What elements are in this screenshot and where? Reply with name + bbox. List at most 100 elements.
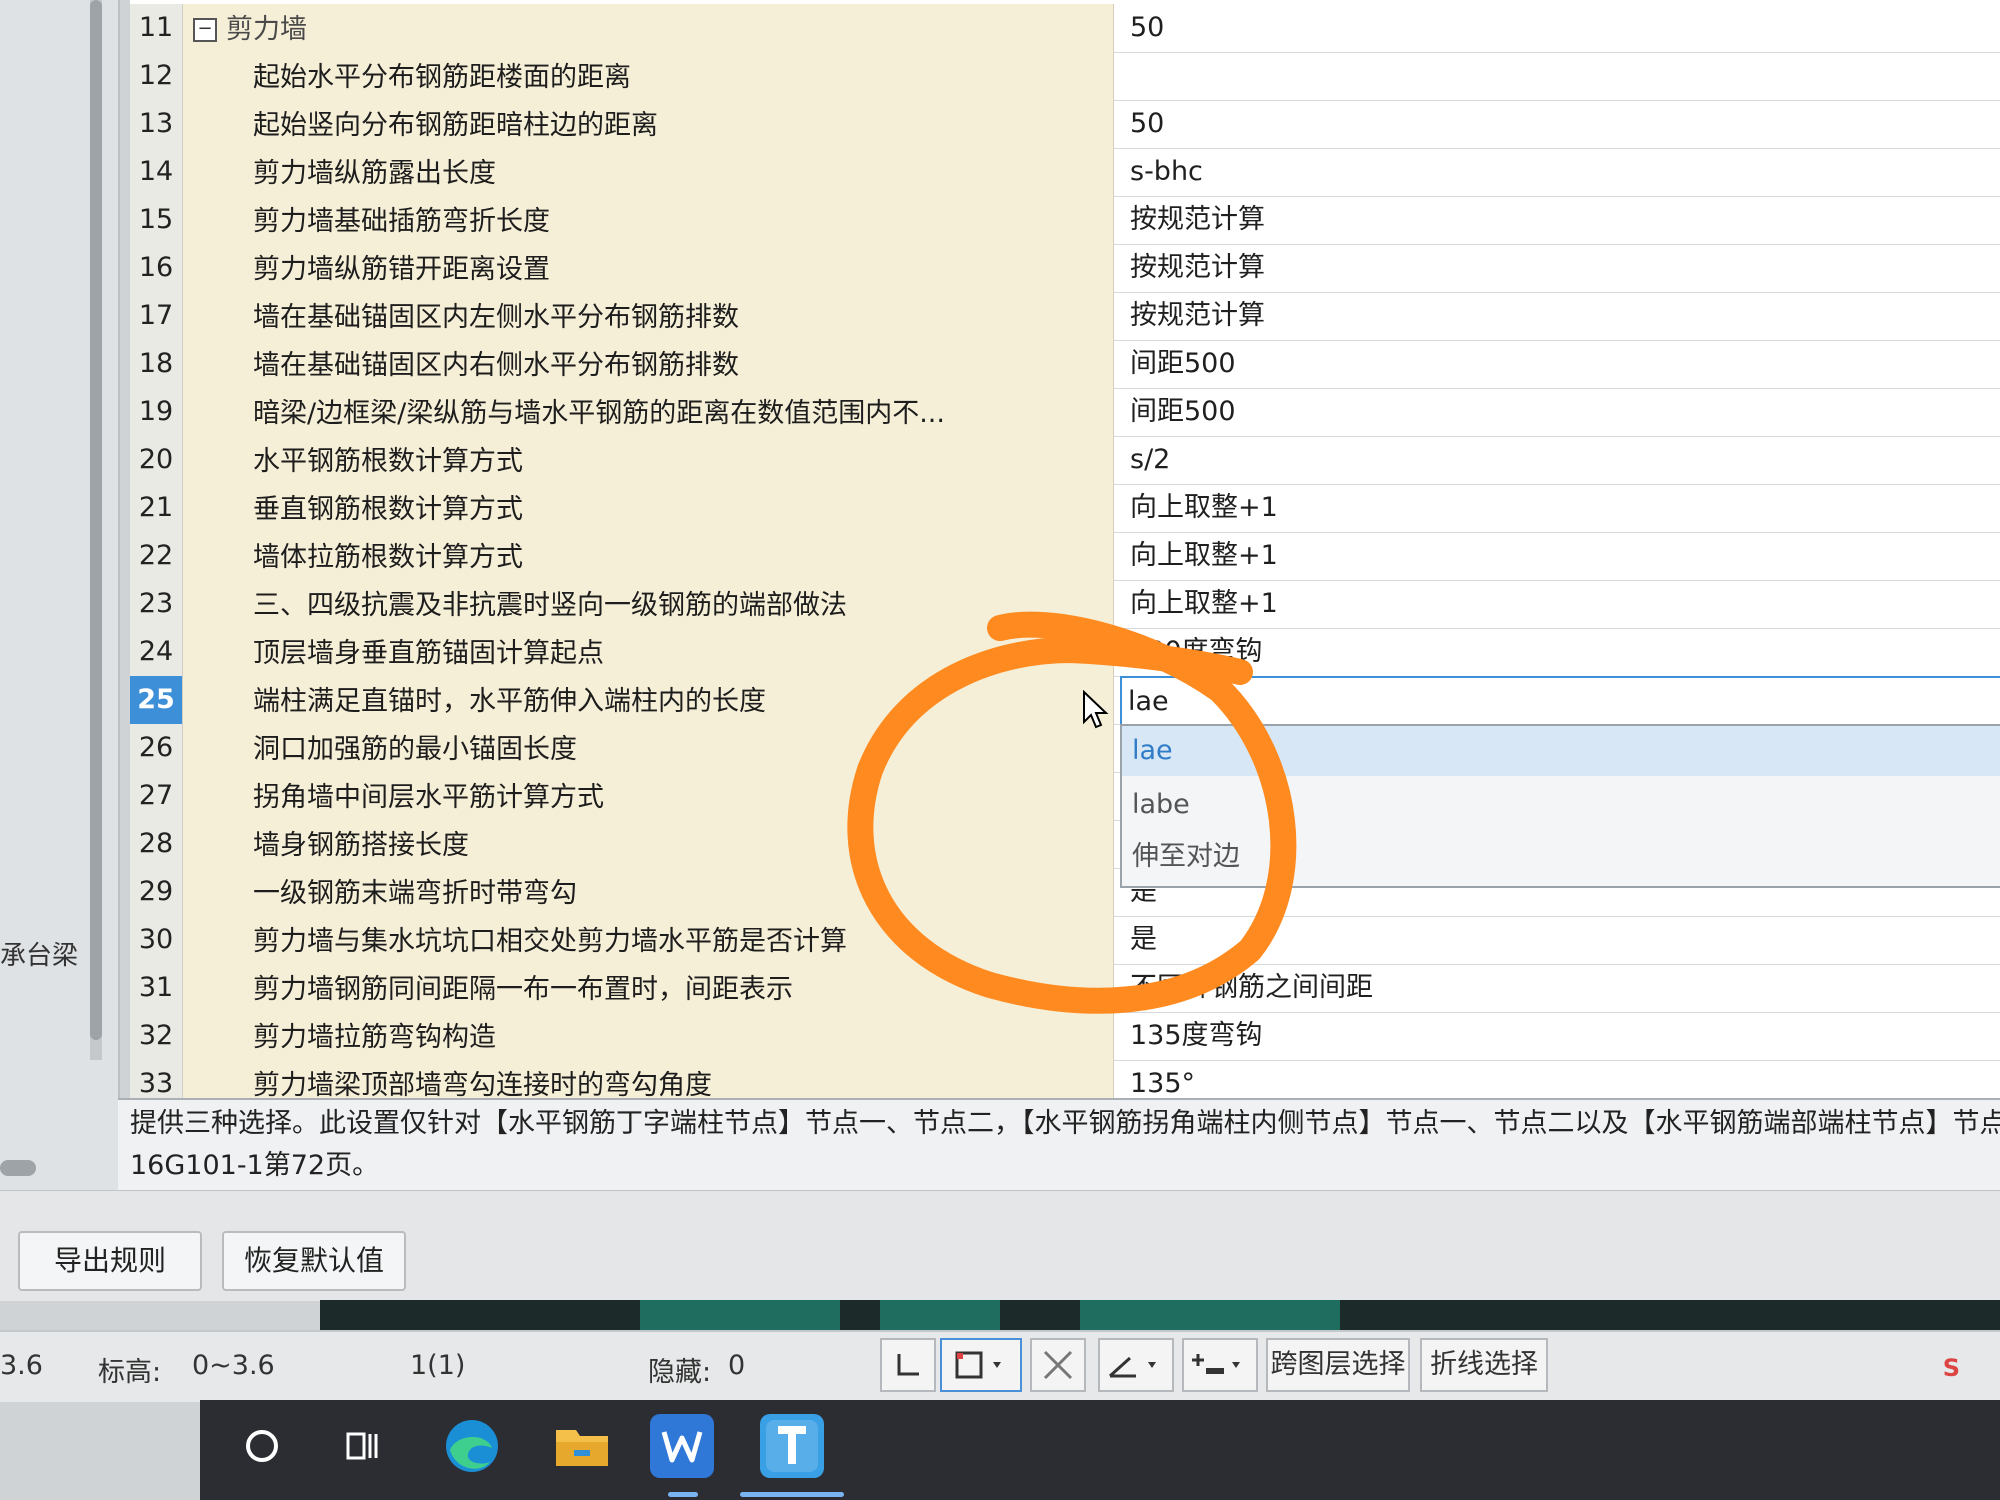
- table-row[interactable]: 17 墙在基础锚固区内左侧水平分布钢筋排数 按规范计算: [130, 292, 2000, 341]
- row-number: 22: [130, 532, 183, 580]
- table-row[interactable]: 33 剪力墙梁顶部墙弯勾连接时的弯勾角度 135°: [130, 1060, 2000, 1098]
- status-bar: 3.6 标高: 0~3.6 1(1) 隐藏: 0 跨图层选择 折线选择 S: [0, 1330, 2000, 1402]
- row-setting-name: 剪力墙纵筋露出长度: [183, 148, 1114, 196]
- mouse-cursor-icon: [1083, 690, 1109, 729]
- row-setting-label: 墙在基础锚固区内右侧水平分布钢筋排数: [253, 350, 739, 381]
- row-setting-name: 一级钢筋末端弯折时带弯勾: [183, 868, 1114, 916]
- table-row[interactable]: 14 剪力墙纵筋露出长度 s-bhc: [130, 148, 2000, 197]
- row-setting-name: 剪力墙基础插筋弯折长度: [183, 196, 1114, 244]
- row-value[interactable]: 按规范计算: [1130, 292, 1265, 340]
- row-value-editor[interactable]: lae: [1120, 676, 2000, 726]
- table-row[interactable]: 19 暗梁/边框梁/梁纵筋与墙水平钢筋的距离在数值范围内不... 间距500: [130, 388, 2000, 437]
- row-value[interactable]: 向上取整+1: [1130, 580, 1278, 628]
- export-rules-button[interactable]: 导出规则: [18, 1231, 202, 1291]
- row-value[interactable]: 50: [1130, 4, 1164, 52]
- search-circle-icon[interactable]: [230, 1414, 294, 1478]
- table-row[interactable]: 32 剪力墙拉筋弯钩构造 135度弯钩: [130, 1012, 2000, 1061]
- table-row-selected[interactable]: 25 端柱满足直锚时，水平筋伸入端柱内的长度 lae: [130, 676, 2000, 726]
- tree-item-label[interactable]: 承台梁: [0, 935, 78, 972]
- table-row[interactable]: 24 顶层墙身垂直筋锚固计算起点 180度弯钩: [130, 628, 2000, 677]
- table-row[interactable]: 23 三、四级抗震及非抗震时竖向一级钢筋的端部做法 向上取整+1: [130, 580, 2000, 629]
- row-number: 13: [130, 100, 183, 148]
- row-number: 29: [130, 868, 183, 916]
- app-t-icon[interactable]: [760, 1414, 824, 1478]
- table-row[interactable]: 13 起始竖向分布钢筋距暗柱边的距离 50: [130, 100, 2000, 149]
- row-value[interactable]: 135°: [1130, 1060, 1195, 1098]
- elevation-label: 标高:: [98, 1357, 162, 1388]
- file-explorer-icon[interactable]: [550, 1414, 614, 1478]
- table-row[interactable]: 18 墙在基础锚固区内右侧水平分布钢筋排数 间距500: [130, 340, 2000, 389]
- row-value[interactable]: 135度弯钩: [1130, 1012, 1263, 1060]
- left-panel-scrollbar-thumb[interactable]: [90, 0, 102, 1040]
- collapse-minus-icon[interactable]: −: [193, 18, 217, 42]
- dropdown-option-extend-to-opposite[interactable]: 伸至对边: [1122, 832, 2000, 882]
- settings-grid: 11− 剪力墙 50 12 起始水平分布钢筋距楼面的距离 13 起始竖向分布钢筋距暗柱边的距…: [130, 0, 2000, 1098]
- row-setting-label: 端柱满足直锚时，水平筋伸入端柱内的长度: [253, 686, 766, 717]
- row-value[interactable]: s/2: [1130, 436, 1170, 484]
- angle-tool-icon[interactable]: [1098, 1338, 1174, 1392]
- row-setting-label: 剪力墙梁顶部墙弯勾连接时的弯勾角度: [253, 1070, 712, 1098]
- restore-defaults-button[interactable]: 恢复默认值: [222, 1231, 406, 1291]
- row-value[interactable]: 180度弯钩: [1130, 628, 1263, 676]
- row-value[interactable]: s-bhc: [1130, 148, 1203, 196]
- row-value[interactable]: 间距500: [1130, 340, 1236, 388]
- table-row[interactable]: 11− 剪力墙 50: [130, 4, 2000, 53]
- row-number: 28: [130, 820, 183, 868]
- wps-writer-icon[interactable]: [650, 1414, 714, 1478]
- row-value[interactable]: 向上取整+1: [1130, 484, 1278, 532]
- row-number: 27: [130, 772, 183, 820]
- row-setting-label: 剪力墙纵筋错开距离设置: [253, 254, 550, 285]
- row-value[interactable]: 向上取整+1: [1130, 532, 1278, 580]
- table-row[interactable]: 30 剪力墙与集水坑坑口相交处剪力墙水平筋是否计算 是: [130, 916, 2000, 965]
- row-setting-label: 垂直钢筋根数计算方式: [253, 494, 523, 525]
- table-row[interactable]: 16 剪力墙纵筋错开距离设置 按规范计算: [130, 244, 2000, 293]
- table-row[interactable]: 31 剪力墙钢筋同间距隔一布一布置时，间距表示 不同种钢筋之间间距: [130, 964, 2000, 1013]
- table-row[interactable]: 21 垂直钢筋根数计算方式 向上取整+1: [130, 484, 2000, 533]
- row-setting-label: 墙身钢筋搭接长度: [253, 830, 469, 861]
- hidden-label: 隐藏:: [648, 1357, 712, 1388]
- row-setting-name: 顶层墙身垂直筋锚固计算起点: [183, 628, 1114, 676]
- row-number: 14: [130, 148, 183, 196]
- table-row[interactable]: 15 剪力墙基础插筋弯折长度 按规范计算: [130, 196, 2000, 245]
- row-setting-label: 剪力墙纵筋露出长度: [253, 158, 496, 189]
- cross-select-icon[interactable]: [1030, 1338, 1086, 1392]
- row-number: 20: [130, 436, 183, 484]
- row-value[interactable]: 是: [1130, 916, 1157, 964]
- table-row[interactable]: 20 水平钢筋根数计算方式 s/2: [130, 436, 2000, 485]
- row-setting-name: 端柱满足直锚时，水平筋伸入端柱内的长度: [183, 676, 1114, 724]
- row-setting-label: 起始水平分布钢筋距楼面的距离: [253, 62, 631, 93]
- add-point-tool-icon[interactable]: [1182, 1338, 1258, 1392]
- table-row[interactable]: 22 墙体拉筋根数计算方式 向上取整+1: [130, 532, 2000, 581]
- row-setting-label: 一级钢筋末端弯折时带弯勾: [253, 878, 577, 909]
- row-setting-name: 墙在基础锚固区内左侧水平分布钢筋排数: [183, 292, 1114, 340]
- elevation-value: 0~3.6: [192, 1350, 275, 1381]
- row-value[interactable]: 按规范计算: [1130, 244, 1265, 292]
- row-setting-name: 剪力墙梁顶部墙弯勾连接时的弯勾角度: [183, 1060, 1114, 1098]
- row-number: 12: [130, 52, 183, 100]
- table-row[interactable]: 12 起始水平分布钢筋距楼面的距离: [130, 52, 2000, 101]
- polyline-select-button[interactable]: 折线选择: [1420, 1338, 1548, 1392]
- row-setting-label: 起始竖向分布钢筋距暗柱边的距离: [253, 110, 658, 141]
- task-view-icon[interactable]: [330, 1414, 394, 1478]
- dropdown-option-labe[interactable]: labe: [1122, 780, 2000, 830]
- row-value[interactable]: 不同种钢筋之间间距: [1130, 964, 1373, 1012]
- rectangle-select-icon[interactable]: [940, 1338, 1022, 1392]
- row-value[interactable]: 50: [1130, 100, 1164, 148]
- edge-browser-icon[interactable]: [440, 1414, 504, 1478]
- description-line-1: 提供三种选择。此设置仅针对【水平钢筋丁字端柱节点】节点一、节点二，【水平钢筋拐角…: [130, 1108, 2000, 1139]
- row-setting-name: 起始竖向分布钢筋距暗柱边的距离: [183, 100, 1114, 148]
- row-number: 26: [130, 724, 183, 772]
- value-dropdown-list[interactable]: lae labe 伸至对边: [1120, 724, 2000, 888]
- left-panel-hscrollbar[interactable]: [0, 1160, 36, 1176]
- row-number: 24: [130, 628, 183, 676]
- row-setting-name: 暗梁/边框梁/梁纵筋与墙水平钢筋的距离在数值范围内不...: [183, 388, 1114, 436]
- orthogonal-icon[interactable]: [880, 1338, 936, 1392]
- row-value[interactable]: 间距500: [1130, 388, 1236, 436]
- row-setting-label: 水平钢筋根数计算方式: [253, 446, 523, 477]
- cross-layer-select-button[interactable]: 跨图层选择: [1266, 1338, 1410, 1392]
- dropdown-option-lae[interactable]: lae: [1122, 726, 2000, 776]
- row-value[interactable]: 按规范计算: [1130, 196, 1265, 244]
- row-setting-name: 墙身钢筋搭接长度: [183, 820, 1114, 868]
- windows-taskbar: [200, 1400, 2000, 1500]
- row-setting-label: 剪力墙: [226, 14, 307, 45]
